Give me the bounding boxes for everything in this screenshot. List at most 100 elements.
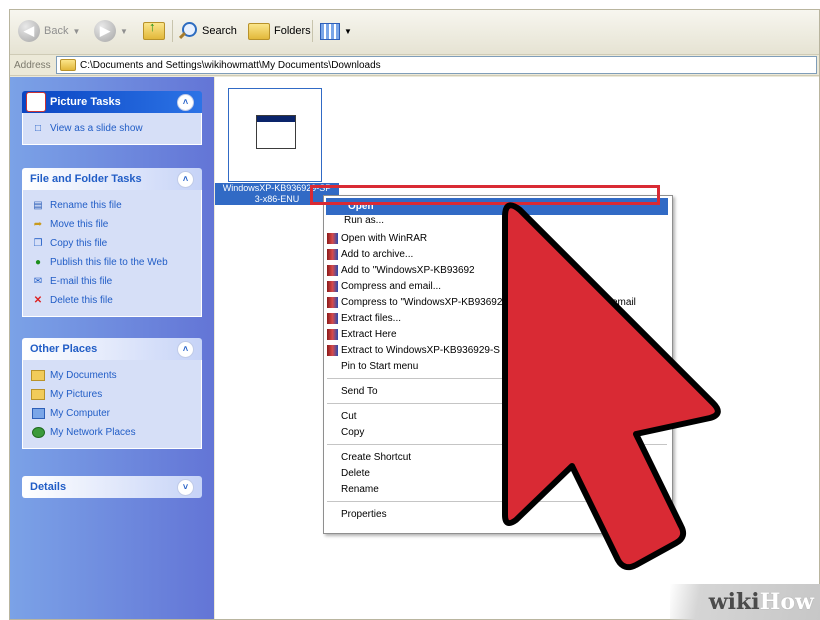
place-label: My Network Places bbox=[50, 427, 136, 438]
collapse-icon[interactable]: ˄ bbox=[177, 93, 194, 111]
menu-label: Send To bbox=[341, 385, 378, 397]
open-highlight-box bbox=[310, 185, 660, 205]
task-delete[interactable]: ✕ Delete this file bbox=[31, 291, 193, 310]
menu-label: Create Shortcut bbox=[341, 451, 412, 463]
other-places-panel: Other Places ˄ My Documents My Pictures … bbox=[22, 338, 202, 449]
folder-icon bbox=[31, 370, 45, 382]
task-pane: Picture Tasks ˄ □ View as a slide show F… bbox=[10, 77, 214, 619]
menu-item-properties[interactable]: Properties bbox=[341, 506, 387, 522]
address-bar: Address C:\Documents and Settings\wikiho… bbox=[10, 55, 819, 76]
menu-item-pin-start[interactable]: Pin to Start menu bbox=[341, 358, 418, 374]
folder-icon bbox=[60, 59, 76, 71]
task-publish-web[interactable]: ● Publish this file to the Web bbox=[31, 253, 193, 272]
rename-icon: ▤ bbox=[33, 200, 43, 211]
task-move[interactable]: ➦ Move this file bbox=[31, 215, 193, 234]
place-my-pictures[interactable]: My Pictures bbox=[31, 385, 193, 404]
search-button[interactable]: Search bbox=[178, 18, 237, 44]
menu-separator bbox=[327, 403, 667, 404]
menu-label: Extract Here bbox=[341, 328, 397, 340]
task-copy[interactable]: ❐ Copy this file bbox=[31, 234, 193, 253]
menu-item-delete[interactable]: Delete bbox=[341, 465, 370, 481]
file-folder-tasks-panel: File and Folder Tasks ˄ ▤ Rename this fil… bbox=[22, 168, 202, 317]
other-places-header[interactable]: Other Places ˄ bbox=[22, 338, 202, 360]
collapse-icon[interactable]: ˄ bbox=[177, 170, 194, 188]
menu-item-run-as[interactable]: Run as... bbox=[344, 214, 384, 226]
file-folder-tasks-body: ▤ Rename this file ➦ Move this file ❐ Copy … bbox=[22, 190, 202, 317]
views-button[interactable]: ▼ bbox=[320, 18, 352, 44]
menu-label: Add to archive... bbox=[341, 248, 414, 260]
file-folder-tasks-header[interactable]: File and Folder Tasks ˄ bbox=[22, 168, 202, 190]
menu-label: Extract files... bbox=[341, 312, 402, 324]
details-header[interactable]: Details ˅ bbox=[22, 476, 202, 498]
menu-item-compress-to[interactable]: Compress to "WindowsXP-KB93692 bbox=[327, 294, 502, 310]
picture-tasks-header[interactable]: Picture Tasks ˄ bbox=[22, 91, 202, 113]
menu-item-add-archive[interactable]: Add to archive... bbox=[327, 246, 413, 262]
menu-label: Copy bbox=[341, 426, 365, 438]
place-my-computer[interactable]: My Computer bbox=[31, 404, 193, 423]
explorer-window: ◀ Back ▼ ▶ ▼ ↑ Search Folders ▼ Address … bbox=[9, 9, 820, 620]
folders-button[interactable]: Folders bbox=[248, 18, 311, 44]
toolbar-separator bbox=[172, 20, 173, 42]
window-file-icon bbox=[256, 115, 296, 149]
menu-item-send-to[interactable]: Send To bbox=[341, 383, 378, 399]
picture-tasks-title: Picture Tasks bbox=[50, 96, 121, 108]
copy-icon: ❐ bbox=[33, 238, 43, 249]
folders-icon bbox=[248, 22, 270, 40]
task-email[interactable]: ✉ E-mail this file bbox=[31, 272, 193, 291]
menu-item-cut[interactable]: Cut bbox=[341, 408, 357, 424]
task-label: Rename this file bbox=[50, 200, 122, 211]
menu-item-extract-here[interactable]: Extract Here bbox=[327, 326, 397, 342]
up-folder-button[interactable]: ↑ bbox=[143, 18, 165, 44]
place-my-documents[interactable]: My Documents bbox=[31, 366, 193, 385]
menu-item-add-to-named[interactable]: Add to "WindowsXP-KB93692 bbox=[327, 262, 475, 278]
menu-item-open-winrar[interactable]: Open with WinRAR bbox=[327, 230, 427, 246]
menu-item-extract-files[interactable]: Extract files... bbox=[327, 310, 401, 326]
other-places-title: Other Places bbox=[30, 343, 98, 355]
menu-label: Compress and email... bbox=[341, 280, 442, 292]
globe-icon: ● bbox=[34, 257, 42, 268]
back-arrow-icon: ◀ bbox=[18, 20, 40, 42]
picture-tasks-body: □ View as a slide show bbox=[22, 113, 202, 145]
menu-item-copy[interactable]: Copy bbox=[341, 424, 364, 440]
menu-item-create-shortcut[interactable]: Create Shortcut bbox=[341, 449, 411, 465]
picture-tasks-panel: Picture Tasks ˄ □ View as a slide show bbox=[22, 91, 202, 145]
task-label: Delete this file bbox=[50, 295, 113, 306]
wikihow-watermark: wiki How bbox=[670, 584, 820, 620]
network-icon bbox=[31, 427, 45, 439]
winrar-icon bbox=[327, 280, 338, 292]
toolbar-separator bbox=[312, 20, 313, 42]
views-grid-icon bbox=[320, 22, 340, 40]
menu-label: Add to "WindowsXP-KB93692 bbox=[341, 264, 475, 276]
details-panel: Details ˅ bbox=[22, 476, 202, 498]
delete-x-icon: ✕ bbox=[33, 295, 43, 306]
collapse-icon[interactable]: ˄ bbox=[177, 340, 194, 358]
winrar-icon bbox=[327, 232, 338, 244]
menu-label: Properties bbox=[341, 508, 387, 520]
expand-icon[interactable]: ˅ bbox=[177, 478, 194, 496]
task-label: Move this file bbox=[50, 219, 109, 230]
address-label: Address bbox=[14, 59, 51, 71]
place-label: My Pictures bbox=[50, 389, 103, 400]
menu-item-extract-to[interactable]: Extract to WindowsXP-KB936929-S bbox=[327, 342, 500, 358]
views-dropdown-icon: ▼ bbox=[344, 26, 352, 36]
address-field[interactable]: C:\Documents and Settings\wikihowmatt\My… bbox=[56, 56, 817, 74]
file-thumbnail[interactable] bbox=[228, 88, 322, 182]
task-rename[interactable]: ▤ Rename this file bbox=[31, 196, 193, 215]
watermark-part1: wiki bbox=[708, 589, 760, 615]
search-label: Search bbox=[202, 25, 237, 37]
pictures-folder-icon bbox=[31, 389, 45, 401]
menu-item-rename[interactable]: Rename bbox=[341, 481, 379, 497]
toolbar: ◀ Back ▼ ▶ ▼ ↑ Search Folders ▼ bbox=[10, 10, 819, 55]
menu-separator bbox=[327, 378, 667, 379]
menu-label: Run as... bbox=[344, 214, 385, 226]
place-my-network[interactable]: My Network Places bbox=[31, 423, 193, 442]
picture-icon bbox=[26, 92, 46, 112]
task-label: Copy this file bbox=[50, 238, 108, 249]
back-button[interactable]: ◀ Back ▼ bbox=[18, 18, 80, 44]
folders-label: Folders bbox=[274, 25, 311, 37]
other-places-body: My Documents My Pictures My Computer My … bbox=[22, 360, 202, 449]
forward-button[interactable]: ▶ ▼ bbox=[94, 18, 128, 44]
task-view-slideshow[interactable]: □ View as a slide show bbox=[31, 119, 193, 138]
menu-item-compress-email[interactable]: Compress and email... bbox=[327, 278, 441, 294]
forward-dropdown-icon: ▼ bbox=[120, 26, 128, 36]
